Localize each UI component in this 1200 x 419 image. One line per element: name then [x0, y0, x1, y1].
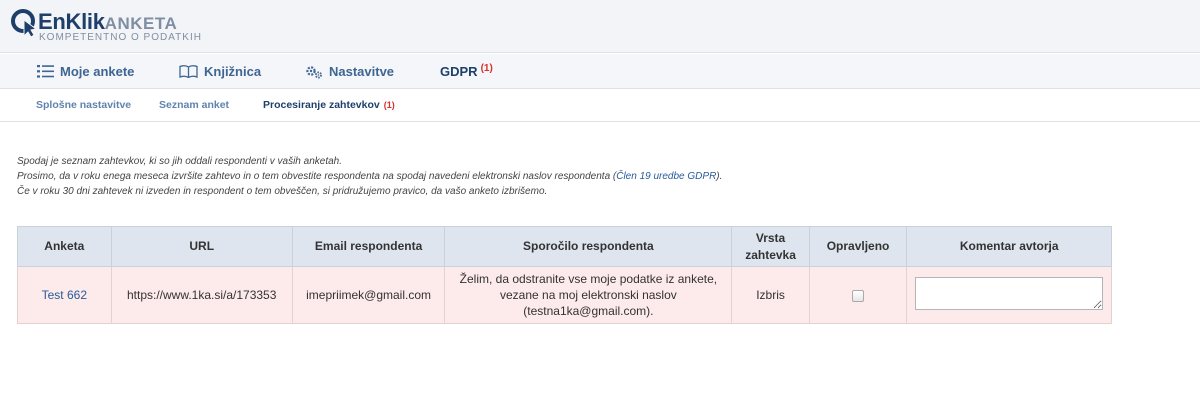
nav-nastavitve[interactable]: Nastavitve [305, 54, 394, 89]
requests-table: Anketa URL Email respondenta Sporočilo r… [17, 226, 1112, 324]
intro-line-2-end: ). [716, 171, 723, 182]
cell-url: https://www.1ka.si/a/173353 [110, 266, 293, 324]
table-header-row: Anketa URL Email respondenta Sporočilo r… [17, 226, 1112, 267]
logo[interactable]: EnKlikANKETA KOMPETENTNO O PODATKIH [10, 6, 210, 48]
nav-gdpr-label: GDPR [440, 64, 478, 79]
survey-link[interactable]: Test 662 [42, 288, 87, 302]
subnav-splosne-nastavitve-label: Splošne nastavitve [36, 99, 132, 111]
intro-text: Spodaj je seznam zahtevkov, ki so jih od… [17, 154, 722, 199]
gears-icon [306, 65, 322, 78]
cell-email: imepriimek@gmail.com [291, 266, 446, 324]
logo-suffix: ANKETA [104, 14, 178, 33]
table-row: Test 662 https://www.1ka.si/a/173353 ime… [17, 266, 1112, 324]
col-message: Sporočilo respondenta [444, 226, 733, 267]
app-header: EnKlikANKETA KOMPETENTNO O PODATKIH [0, 0, 1200, 53]
subnav-seznam-anket[interactable]: Seznam anket [159, 90, 229, 120]
nav-knjiznica[interactable]: Knjižnica [179, 54, 261, 89]
col-anketa: Anketa [17, 226, 112, 267]
col-done: Opravljeno [808, 226, 908, 267]
cell-comment [906, 266, 1112, 324]
author-comment-textarea[interactable] [915, 276, 1104, 310]
nav-moje-ankete[interactable]: Moje ankete [37, 54, 134, 89]
list-icon [37, 65, 54, 78]
nav-moje-ankete-label: Moje ankete [60, 64, 135, 79]
cell-anketa: Test 662 [17, 266, 112, 324]
intro-line-3: Če v roku 30 dni zahtevek ni izveden in … [17, 186, 548, 197]
subnav-splosne-nastavitve[interactable]: Splošne nastavitve [36, 90, 131, 120]
sub-nav: Splošne nastavitve Seznam anket Procesir… [0, 90, 1200, 122]
subnav-procesiranje-zahtevkov[interactable]: Procesiranje zahtevkov (1) [263, 90, 395, 120]
col-type: Vrsta zahtevka [731, 226, 810, 267]
logo-tagline: KOMPETENTNO O PODATKIH [39, 32, 202, 43]
nav-gdpr[interactable]: GDPR (1) [440, 54, 493, 89]
main-nav: Moje ankete Knjižnica Nastavitve GDPR (1… [0, 54, 1200, 89]
cell-message: Želim, da odstranite vse moje podatke iz… [444, 266, 733, 324]
done-checkbox[interactable] [852, 289, 865, 302]
gdpr-article-link[interactable]: Člen 19 uredbe GDPR [616, 171, 716, 182]
cell-done [808, 266, 908, 324]
subnav-seznam-anket-label: Seznam anket [159, 99, 230, 111]
nav-knjiznica-label: Knjižnica [204, 64, 262, 79]
logo-name: EnKlik [38, 9, 105, 34]
col-comment: Komentar avtorja [906, 226, 1112, 267]
nav-gdpr-badge: (1) [480, 63, 493, 74]
logo-cursor-icon [11, 9, 38, 38]
book-icon [179, 65, 198, 78]
col-email: Email respondenta [291, 226, 446, 267]
subnav-procesiranje-zahtevkov-label: Procesiranje zahtevkov [263, 99, 380, 111]
cell-type: Izbris [731, 266, 810, 324]
col-url: URL [110, 226, 293, 267]
intro-line-1: Spodaj je seznam zahtevkov, ki so jih od… [17, 156, 343, 167]
nav-nastavitve-label: Nastavitve [329, 64, 395, 79]
subnav-procesiranje-badge: (1) [383, 100, 395, 110]
intro-line-2: Prosimo, da v roku enega meseca izvršite… [17, 169, 722, 184]
intro-line-2-text: Prosimo, da v roku enega meseca izvršite… [17, 171, 617, 182]
